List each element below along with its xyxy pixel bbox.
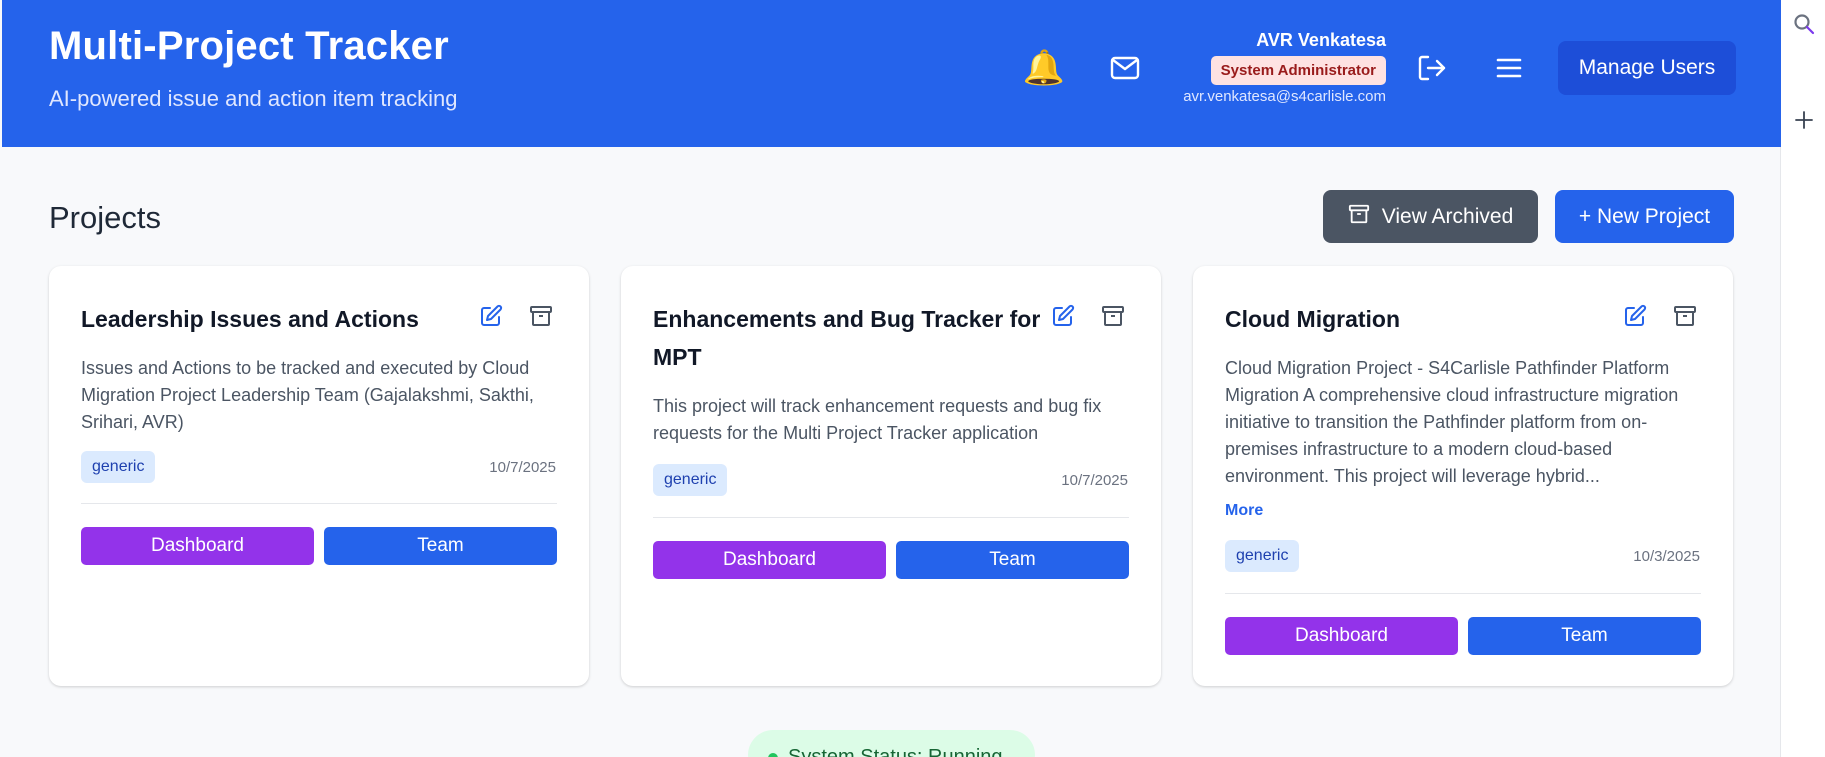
projects-heading: Projects: [49, 200, 161, 235]
logout-icon[interactable]: [1412, 48, 1452, 88]
project-title: Leadership Issues and Actions: [81, 306, 419, 332]
project-card: Enhancements and Bug Tracker for MPT Thi…: [621, 266, 1161, 686]
archive-icon[interactable]: [1673, 304, 1697, 328]
project-card: Cloud Migration Cloud Migration Project …: [1193, 266, 1733, 686]
card-divider: [653, 517, 1129, 518]
system-status-pill: System Status: Running: [748, 730, 1035, 757]
team-button[interactable]: Team: [1468, 617, 1701, 655]
team-button[interactable]: Team: [324, 527, 557, 565]
project-tag: generic: [653, 464, 728, 496]
dashboard-button[interactable]: Dashboard: [1225, 617, 1458, 655]
role-badge: System Administrator: [1210, 56, 1386, 85]
bell-icon[interactable]: 🔔: [1023, 48, 1065, 88]
project-date: 10/7/2025: [1061, 472, 1128, 489]
edit-icon[interactable]: [479, 304, 503, 328]
status-dot: [768, 753, 778, 757]
edit-icon[interactable]: [1051, 304, 1075, 328]
dashboard-button[interactable]: Dashboard: [653, 541, 886, 579]
project-tag: generic: [1225, 540, 1300, 572]
archive-icon[interactable]: [529, 304, 553, 328]
project-description: Cloud Migration Project - S4Carlisle Pat…: [1225, 358, 1679, 486]
header-bar: Multi-Project Tracker AI-powered issue a…: [2, 0, 1781, 147]
more-link[interactable]: More: [1225, 502, 1263, 520]
manage-users-button[interactable]: Manage Users: [1558, 41, 1736, 95]
project-title: Cloud Migration: [1225, 306, 1401, 332]
user-name: AVR Venkatesa: [1256, 30, 1386, 50]
view-archived-button[interactable]: View Archived: [1323, 190, 1538, 243]
project-description: Issues and Actions to be tracked and exe…: [81, 358, 534, 432]
dashboard-button[interactable]: Dashboard: [81, 527, 314, 565]
system-status-label: System Status: Running: [788, 746, 1003, 757]
view-archived-label: View Archived: [1381, 204, 1514, 228]
project-description: This project will track enhancement requ…: [653, 396, 1102, 443]
new-project-button[interactable]: + New Project: [1555, 190, 1734, 243]
app-window: Multi-Project Tracker AI-powered issue a…: [0, 0, 1781, 757]
app-title: Multi-Project Tracker: [49, 24, 449, 68]
search-icon[interactable]: [1792, 12, 1816, 36]
browser-side-panel: [1782, 0, 1825, 757]
team-button[interactable]: Team: [896, 541, 1129, 579]
app-subtitle: AI-powered issue and action item trackin…: [49, 86, 458, 111]
user-info: AVR Venkatesa System Administrator avr.v…: [1183, 30, 1386, 105]
edit-icon[interactable]: [1623, 304, 1647, 328]
card-divider: [81, 503, 557, 504]
menu-icon[interactable]: [1489, 48, 1529, 88]
project-card: Leadership Issues and Actions Issues and…: [49, 266, 589, 686]
plus-icon[interactable]: [1792, 108, 1816, 132]
mail-icon[interactable]: [1105, 48, 1145, 88]
project-date: 10/7/2025: [489, 459, 556, 476]
project-tag: generic: [81, 451, 156, 483]
project-title: Enhancements and Bug Tracker for MPT: [653, 306, 1041, 370]
archive-icon: [1348, 203, 1370, 231]
card-divider: [1225, 593, 1701, 594]
user-email: avr.venkatesa@s4carlisle.com: [1183, 88, 1386, 105]
project-date: 10/3/2025: [1633, 548, 1700, 565]
archive-icon[interactable]: [1101, 304, 1125, 328]
